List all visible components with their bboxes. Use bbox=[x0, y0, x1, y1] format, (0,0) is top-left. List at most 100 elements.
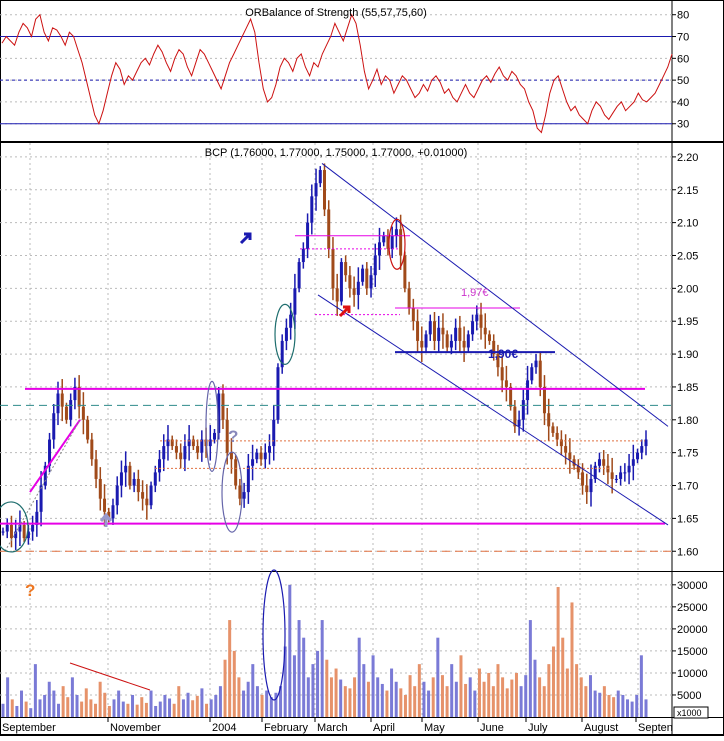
price-bar-body bbox=[369, 275, 373, 289]
price-bar-body bbox=[119, 472, 123, 486]
price-bar-body bbox=[420, 340, 424, 348]
volume-bar bbox=[417, 664, 421, 717]
price-tick-label: 2.05 bbox=[677, 250, 698, 262]
volume-bar bbox=[431, 677, 435, 717]
volume-bar bbox=[214, 694, 218, 717]
price-bar-body bbox=[60, 393, 64, 407]
volume-bar bbox=[482, 681, 486, 717]
volume-bar bbox=[413, 686, 417, 717]
price-bar-body bbox=[145, 498, 149, 506]
price-bar-body bbox=[534, 360, 538, 368]
price-bar-body bbox=[487, 334, 491, 341]
volume-bar bbox=[385, 690, 389, 717]
price-bar-body bbox=[517, 419, 521, 427]
volume-bar bbox=[380, 683, 384, 717]
volume-bar bbox=[477, 668, 481, 717]
volume-bar bbox=[353, 677, 357, 717]
date-label: March bbox=[317, 722, 348, 734]
volume-tick-label: 10000 bbox=[677, 668, 708, 680]
chart-root: 30 40 50 60 70 80 ORBalance of Strength (55,57… bbox=[0, 0, 724, 736]
volume-bar bbox=[473, 690, 477, 717]
volume-bar bbox=[251, 664, 255, 717]
volume-bar bbox=[158, 701, 162, 717]
volume-bar bbox=[38, 699, 42, 717]
date-label: September bbox=[2, 722, 56, 734]
rsi-tick-label: 30 bbox=[677, 119, 689, 131]
price-bar-body bbox=[153, 472, 157, 486]
price-bar-body bbox=[229, 452, 233, 460]
volume-bar bbox=[255, 686, 259, 717]
price-bar-body bbox=[568, 452, 572, 460]
price-bar-body bbox=[310, 196, 314, 223]
price-bar-body bbox=[462, 340, 466, 348]
price-tick-label: 1.95 bbox=[677, 316, 698, 328]
price-bar-body bbox=[94, 459, 98, 479]
price-bar-body bbox=[276, 367, 280, 420]
volume-bar bbox=[265, 690, 269, 717]
price-bar-body bbox=[284, 327, 288, 341]
volume-bar bbox=[135, 704, 139, 717]
volume-bar bbox=[75, 694, 79, 717]
rsi-title: ORBalance of Strength (55,57,75,60) bbox=[245, 7, 427, 19]
volume-bar bbox=[269, 697, 273, 717]
price-bar-body bbox=[416, 321, 420, 341]
rsi-tick-label: 50 bbox=[677, 75, 689, 87]
price-bar-body bbox=[479, 314, 483, 328]
price-bar-body bbox=[542, 386, 546, 414]
volume-bar bbox=[514, 672, 518, 717]
volume-bar bbox=[103, 692, 107, 717]
rsi-tick-label: 60 bbox=[677, 53, 689, 65]
volume-bar bbox=[117, 690, 121, 717]
volume-bar bbox=[80, 701, 84, 717]
volume-bar bbox=[538, 677, 542, 717]
volume-bar bbox=[177, 686, 181, 717]
price-bar-body bbox=[103, 498, 107, 512]
price-bar-body bbox=[90, 439, 94, 460]
volume-bar bbox=[491, 686, 495, 717]
price-bar-body bbox=[183, 446, 187, 460]
price-bar-body bbox=[56, 393, 60, 414]
price-bar-body bbox=[52, 413, 56, 440]
price-bar-body bbox=[234, 459, 238, 486]
price-bar-body bbox=[213, 432, 217, 440]
price-bar-body bbox=[238, 485, 242, 499]
volume-bar bbox=[519, 686, 523, 717]
price-bar-body bbox=[339, 262, 343, 302]
price-title: BCP (1.76000, 1.77000, 1.75000, 1.77000,… bbox=[205, 147, 468, 159]
price-bar-body bbox=[614, 478, 618, 480]
price-bar-body bbox=[259, 452, 263, 460]
price-bar-body bbox=[390, 235, 394, 249]
price-bar-body bbox=[441, 327, 445, 335]
volume-bar bbox=[47, 681, 51, 717]
price-bar-body bbox=[585, 485, 589, 493]
volume-bar bbox=[528, 620, 532, 717]
price-bar-body bbox=[196, 446, 200, 453]
price-bar-body bbox=[81, 406, 85, 420]
date-label: July bbox=[528, 722, 548, 734]
volume-bar bbox=[306, 677, 310, 717]
volume-bar bbox=[246, 681, 250, 717]
volume-bar bbox=[408, 675, 412, 717]
volume-bar bbox=[70, 677, 74, 717]
volume-bar bbox=[565, 668, 569, 717]
rsi-tick-label: 40 bbox=[677, 97, 689, 109]
price-bar-body bbox=[500, 367, 504, 381]
volume-bar bbox=[533, 659, 537, 717]
price-bar-body bbox=[373, 255, 377, 276]
volume-bar bbox=[584, 686, 588, 717]
volume-bar bbox=[598, 692, 602, 717]
volume-tick-label: 30000 bbox=[677, 580, 708, 592]
price-bar-body bbox=[636, 452, 640, 460]
price-tick-label: 1.70 bbox=[677, 481, 698, 493]
price-bar-body bbox=[597, 459, 601, 466]
volume-bar bbox=[510, 679, 514, 717]
price-bar-body bbox=[606, 465, 610, 473]
volume-bar bbox=[348, 688, 352, 717]
price-bar-body bbox=[331, 248, 335, 289]
volume-bar bbox=[292, 655, 296, 717]
price-bar-body bbox=[466, 334, 470, 348]
volume-bar bbox=[274, 692, 278, 717]
price-bar-body bbox=[327, 209, 331, 249]
price-tick-label: 1.80 bbox=[677, 415, 698, 427]
volume-bar bbox=[459, 655, 463, 717]
